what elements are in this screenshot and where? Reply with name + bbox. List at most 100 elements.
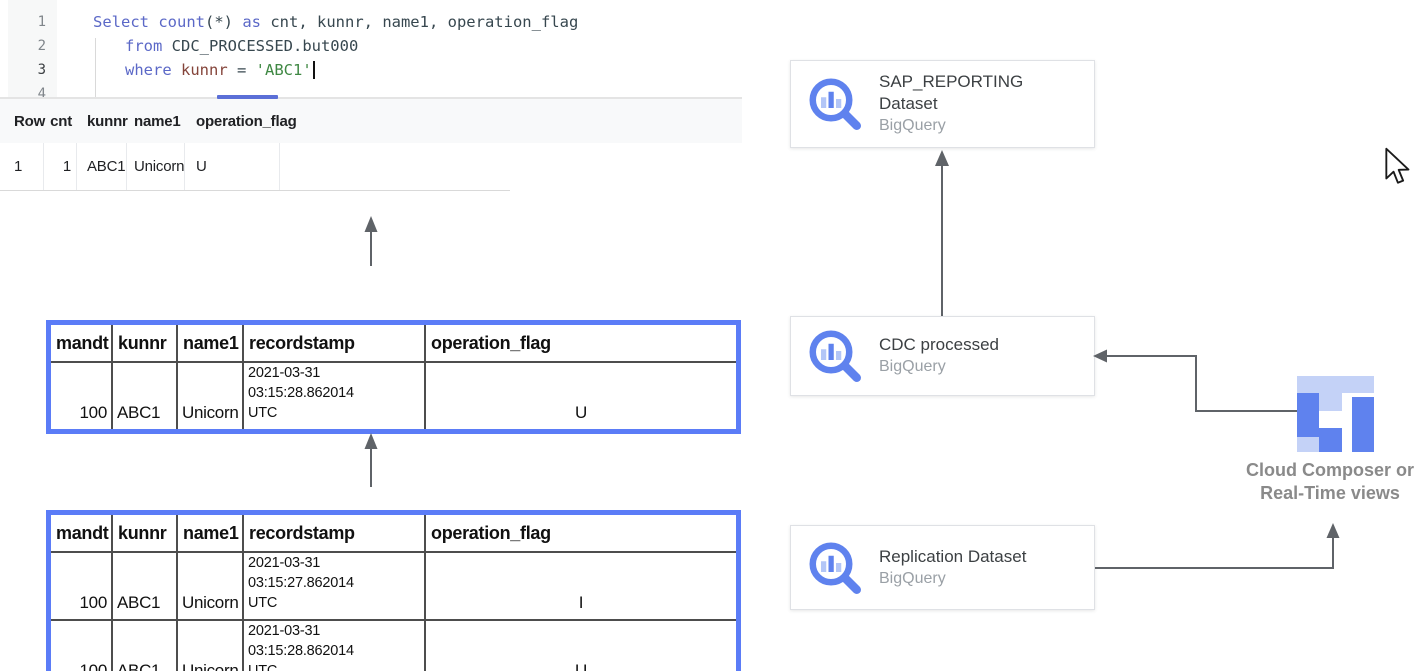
query-results-grid: Row cnt kunnr name1 operation_flag 1 1 A… [0,97,742,191]
code-line-1[interactable]: 1 Select count(*) as cnt, kunnr, name1, … [0,10,742,34]
arrow-up-cdc-to-results [360,215,382,267]
bigquery-icon [791,74,879,134]
arrow-up-replication-to-cdc [360,432,382,488]
cell-mandt: 100 [51,362,112,429]
cell-mandt: 100 [51,552,112,620]
results-bottom-border [0,190,510,191]
results-header-kunnr: kunnr [77,99,127,143]
timezone: UTC [248,403,424,423]
results-header-row: Row cnt kunnr name1 operation_flag [0,97,742,143]
sql-columns: cnt, kunnr, name1, operation_flag [261,13,578,31]
card-replication-dataset: Replication Dataset BigQuery [790,525,1095,610]
code-text: from CDC_PROCESSED.but000 [52,37,358,55]
composer-caption-line2: Real-Time views [1244,482,1416,505]
code-text: where kunnr = 'ABC1' [52,61,315,79]
header-kunnr: kunnr [112,325,177,362]
cell-row-number: 1 [0,143,44,190]
header-mandt: mandt [51,325,112,362]
cell-recordstamp: 2021-03-31 03:15:27.862014 UTC [243,552,425,620]
cell-operation-flag: U [425,362,736,429]
cell-kunnr: ABC1 [112,552,177,620]
sql-string: 'ABC1' [256,61,312,79]
timezone: UTC [248,661,424,671]
results-header-name1: name1 [127,99,185,143]
line-number: 4 [0,86,52,97]
header-recordstamp: recordstamp [243,325,425,362]
results-header-cnt: cnt [44,99,77,143]
replication-dataset-table: mandt kunnr name1 recordstamp operation_… [46,510,741,671]
table-row: 100 ABC1 Unicorn 2021-03-31 03:15:27.862… [51,552,736,620]
timezone: UTC [248,593,424,613]
header-kunnr: kunnr [112,515,177,552]
cell-kunnr: ABC1 [77,143,127,190]
cell-cnt: 1 [44,143,77,190]
card-product: BigQuery [879,115,1074,137]
sql-keyword: from [125,37,172,55]
card-sap-reporting-dataset: SAP_REPORTING Dataset BigQuery [790,60,1095,148]
composer-caption: Cloud Composer or Real-Time views [1244,459,1416,505]
composer-caption-line1: Cloud Composer or [1244,459,1416,482]
arrow-up-cdc-card-to-sap-card [931,149,953,317]
cell-name1: Unicorn [177,620,243,671]
timestamp: 2021-03-31 03:15:28.862014 [248,363,424,403]
line-number-active: 3 [0,62,52,78]
table-row: 100 ABC1 Unicorn 2021-03-31 03:15:28.862… [51,362,736,429]
cell-operation-flag: I [425,552,736,620]
connector-composer-to-cdc-card [1090,346,1305,421]
cdc-processed-table: mandt kunnr name1 recordstamp operation_… [46,320,741,434]
timestamp: 2021-03-31 03:15:27.862014 [248,553,424,593]
card-cdc-processed: CDC processed BigQuery [790,316,1095,396]
bigquery-icon [791,538,879,598]
text-caret [313,61,315,79]
sql-table-ref: CDC_PROCESSED.but000 [172,37,359,55]
card-title: SAP_REPORTING Dataset [879,71,1074,115]
header-operation-flag: operation_flag [425,325,736,362]
cell-filler [280,143,742,190]
editor-tab-indicator [217,95,278,99]
header-recordstamp: recordstamp [243,515,425,552]
cell-name1: Unicorn [127,143,185,190]
cell-mandt: 100 [51,620,112,671]
sql-punct: (*) [205,13,242,31]
sql-editor[interactable]: 1 Select count(*) as cnt, kunnr, name1, … [0,0,742,97]
table-row: 100 ABC1 Unicorn 2021-03-31 03:15:28.862… [51,620,736,671]
table-header-row: mandt kunnr name1 recordstamp operation_… [51,325,736,362]
results-data-row: 1 1 ABC1 Unicorn U [0,143,742,190]
sql-keyword: as [242,13,261,31]
card-title: CDC processed [879,334,1074,356]
table-header-row: mandt kunnr name1 recordstamp operation_… [51,515,736,552]
header-mandt: mandt [51,515,112,552]
cell-recordstamp: 2021-03-31 03:15:28.862014 UTC [243,362,425,429]
mouse-pointer-icon [1384,147,1412,189]
results-header-row-col: Row [0,99,44,143]
card-title: Replication Dataset [879,546,1074,568]
bigquery-icon [791,326,879,386]
code-line-2[interactable]: 2 from CDC_PROCESSED.but000 [0,34,742,58]
timestamp: 2021-03-31 03:15:28.862014 [248,621,424,661]
sql-keyword: where [125,61,181,79]
sql-keyword: Select [93,13,158,31]
header-name1: name1 [177,515,243,552]
sql-column-ref: kunnr [181,61,237,79]
card-product: BigQuery [879,568,1074,590]
cell-kunnr: ABC1 [112,362,177,429]
cell-operation-flag: U [425,620,736,671]
header-operation-flag: operation_flag [425,515,736,552]
code-line-4[interactable]: 4 [0,82,742,97]
connector-replication-card-to-composer [1088,520,1346,575]
header-name1: name1 [177,325,243,362]
line-number: 1 [0,14,52,30]
code-text: Select count(*) as cnt, kunnr, name1, op… [52,13,578,31]
sql-function: count [158,13,205,31]
results-header-operation-flag: operation_flag [185,99,280,143]
sql-operator: = [237,61,256,79]
card-product: BigQuery [879,356,1074,378]
page-canvas: 1 Select count(*) as cnt, kunnr, name1, … [0,0,1416,671]
cell-recordstamp: 2021-03-31 03:15:28.862014 UTC [243,620,425,671]
cloud-composer-icon [1297,376,1374,453]
cell-name1: Unicorn [177,362,243,429]
line-number: 2 [0,38,52,54]
cell-kunnr: ABC1 [112,620,177,671]
code-line-3[interactable]: 3 where kunnr = 'ABC1' [0,58,742,82]
cell-name1: Unicorn [177,552,243,620]
